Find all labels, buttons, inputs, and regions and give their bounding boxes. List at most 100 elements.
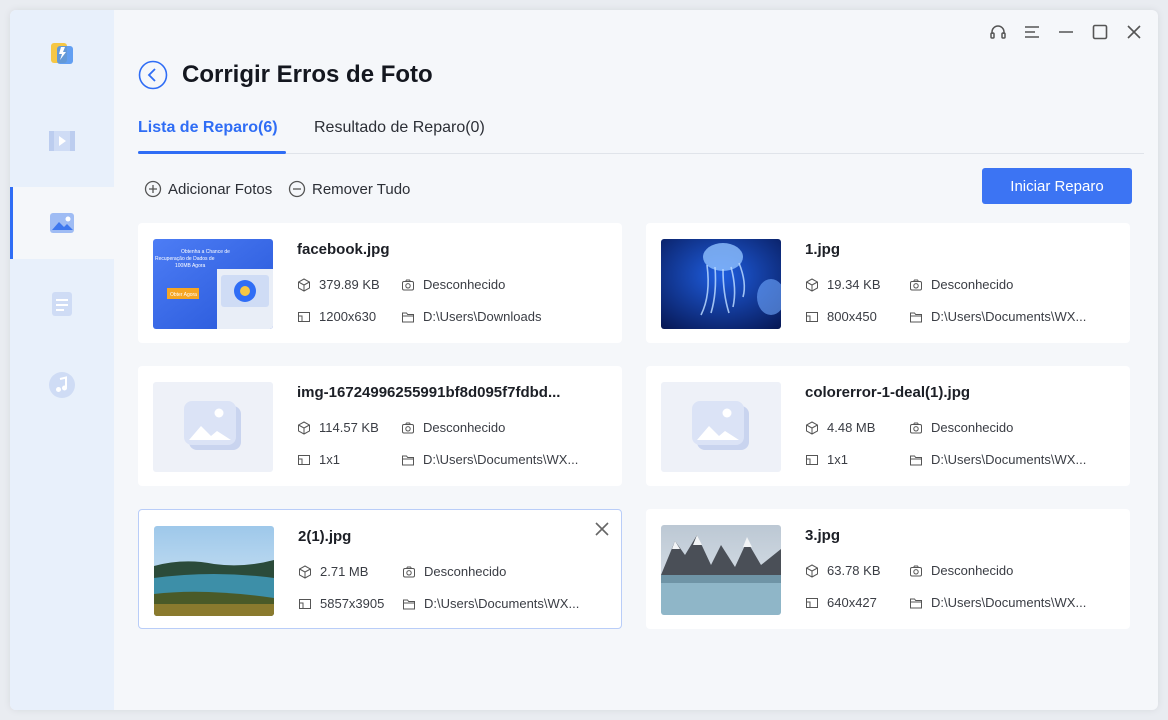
thumb-text-line1: Obtenha a Chance de bbox=[181, 249, 230, 255]
size-box-icon bbox=[806, 563, 818, 578]
file-dimensions-value: 800x450 bbox=[827, 309, 877, 324]
file-thumbnail bbox=[661, 382, 781, 472]
file-camera: Desconhecido bbox=[909, 277, 1013, 292]
file-thumbnail bbox=[661, 525, 781, 615]
sidebar-item-video[interactable] bbox=[10, 105, 114, 177]
remove-file-button[interactable] bbox=[593, 520, 611, 538]
sidebar-item-document[interactable] bbox=[10, 268, 114, 340]
music-icon bbox=[49, 372, 75, 398]
file-dimensions: 1x1 bbox=[805, 452, 848, 467]
size-box-icon bbox=[806, 420, 818, 435]
camera-icon bbox=[910, 565, 922, 576]
file-path: D:\Users\Documents\WX... bbox=[909, 595, 1086, 610]
file-size: 2.71 MB bbox=[298, 564, 368, 579]
thumb-text-line2: Recuperação de Dados de bbox=[155, 256, 215, 262]
dimensions-icon bbox=[806, 454, 818, 465]
file-size: 19.34 KB bbox=[805, 277, 881, 292]
file-camera: Desconhecido bbox=[909, 563, 1013, 578]
file-path-value: D:\Users\Documents\WX... bbox=[931, 595, 1087, 610]
file-thumbnail bbox=[153, 382, 273, 472]
document-icon bbox=[52, 292, 72, 316]
file-card[interactable]: 3.jpg 63.78 KB Desconhecido 640x427 D:\U… bbox=[646, 509, 1130, 629]
file-name: 3.jpg bbox=[805, 527, 841, 544]
file-camera: Desconhecido bbox=[401, 277, 505, 292]
file-card[interactable]: img-16724996255991bf8d095f7fdbd... 114.5… bbox=[138, 366, 622, 486]
window-controls bbox=[988, 22, 1144, 42]
file-dimensions: 640x427 bbox=[805, 595, 877, 610]
tab-divider bbox=[138, 153, 1144, 154]
dimensions-icon bbox=[806, 311, 818, 322]
file-dimensions: 1x1 bbox=[297, 452, 340, 467]
file-path: D:\Users\Documents\WX... bbox=[909, 309, 1086, 324]
file-size: 379.89 KB bbox=[297, 277, 380, 292]
file-name: 1.jpg bbox=[805, 241, 841, 258]
camera-icon bbox=[910, 422, 922, 433]
dimensions-icon bbox=[298, 311, 310, 322]
close-icon[interactable] bbox=[1124, 22, 1144, 42]
sidebar-item-music[interactable] bbox=[10, 349, 114, 421]
folder-icon bbox=[403, 599, 415, 609]
file-card[interactable]: 2(1).jpg 2.71 MB Desconhecido 5857x3905 … bbox=[138, 509, 622, 629]
tab-repair-result[interactable]: Resultado de Reparo(0) bbox=[314, 118, 485, 138]
file-camera-value: Desconhecido bbox=[931, 563, 1014, 578]
camera-icon bbox=[402, 279, 414, 290]
file-camera-value: Desconhecido bbox=[423, 277, 506, 292]
file-card[interactable]: colorerror-1-deal(1).jpg 4.48 MB Desconh… bbox=[646, 366, 1130, 486]
menu-icon[interactable] bbox=[1022, 22, 1042, 42]
back-button[interactable] bbox=[138, 60, 168, 90]
minus-circle-icon bbox=[288, 180, 306, 198]
file-dimensions-value: 5857x3905 bbox=[320, 596, 385, 611]
dimensions-icon bbox=[806, 597, 818, 608]
file-size-value: 379.89 KB bbox=[319, 277, 380, 292]
file-size-value: 19.34 KB bbox=[827, 277, 881, 292]
file-thumbnail: Obtenha a Chance de Recuperação de Dados… bbox=[153, 239, 273, 329]
size-box-icon bbox=[299, 564, 311, 579]
folder-icon bbox=[402, 455, 414, 465]
camera-icon bbox=[403, 566, 415, 577]
tab-repair-list[interactable]: Lista de Reparo(6) bbox=[138, 118, 278, 138]
file-camera-value: Desconhecido bbox=[424, 564, 507, 579]
page-title: Corrigir Erros de Foto bbox=[182, 61, 433, 88]
start-repair-button[interactable]: Iniciar Reparo bbox=[982, 168, 1132, 204]
sidebar-item-photo[interactable] bbox=[10, 187, 114, 259]
file-dimensions: 5857x3905 bbox=[298, 596, 384, 611]
file-camera: Desconhecido bbox=[402, 564, 506, 579]
camera-icon bbox=[402, 422, 414, 433]
folder-icon bbox=[910, 312, 922, 322]
file-camera-value: Desconhecido bbox=[423, 420, 506, 435]
file-camera: Desconhecido bbox=[909, 420, 1013, 435]
file-name: 2(1).jpg bbox=[298, 528, 352, 545]
file-path-value: D:\Users\Downloads bbox=[423, 309, 542, 324]
headset-icon[interactable] bbox=[988, 22, 1008, 42]
file-card[interactable]: Obtenha a Chance de Recuperação de Dados… bbox=[138, 223, 622, 343]
folder-icon bbox=[402, 312, 414, 322]
file-name: img-16724996255991bf8d095f7fdbd... bbox=[297, 384, 561, 401]
file-camera: Desconhecido bbox=[401, 420, 505, 435]
thumb-button-text: Obter Agora bbox=[170, 292, 197, 298]
file-card[interactable]: 1.jpg 19.34 KB Desconhecido 800x450 D:\U… bbox=[646, 223, 1130, 343]
file-path: D:\Users\Documents\WX... bbox=[401, 452, 578, 467]
file-size-value: 63.78 KB bbox=[827, 563, 881, 578]
file-path: D:\Users\Documents\WX... bbox=[909, 452, 1086, 467]
size-box-icon bbox=[298, 420, 310, 435]
minimize-icon[interactable] bbox=[1056, 22, 1076, 42]
sidebar bbox=[10, 10, 114, 710]
folder-icon bbox=[910, 598, 922, 608]
thumb-text-line3: 100MB Agora bbox=[175, 263, 206, 269]
remove-all-button[interactable]: Remover Tudo bbox=[288, 180, 410, 198]
photo-icon bbox=[50, 213, 74, 233]
close-icon bbox=[595, 522, 609, 536]
file-name: facebook.jpg bbox=[297, 241, 390, 258]
file-thumbnail bbox=[154, 526, 274, 616]
file-dimensions-value: 1x1 bbox=[319, 452, 340, 467]
file-dimensions-value: 640x427 bbox=[827, 595, 877, 610]
file-path: D:\Users\Documents\WX... bbox=[402, 596, 579, 611]
file-camera-value: Desconhecido bbox=[931, 420, 1014, 435]
file-dimensions-value: 1200x630 bbox=[319, 309, 377, 324]
file-dimensions: 800x450 bbox=[805, 309, 877, 324]
video-icon bbox=[49, 131, 75, 151]
file-camera-value: Desconhecido bbox=[931, 277, 1014, 292]
add-photos-button[interactable]: Adicionar Fotos bbox=[144, 180, 272, 198]
app-window: Corrigir Erros de Foto Lista de Reparo(6… bbox=[10, 10, 1158, 710]
maximize-icon[interactable] bbox=[1090, 22, 1110, 42]
